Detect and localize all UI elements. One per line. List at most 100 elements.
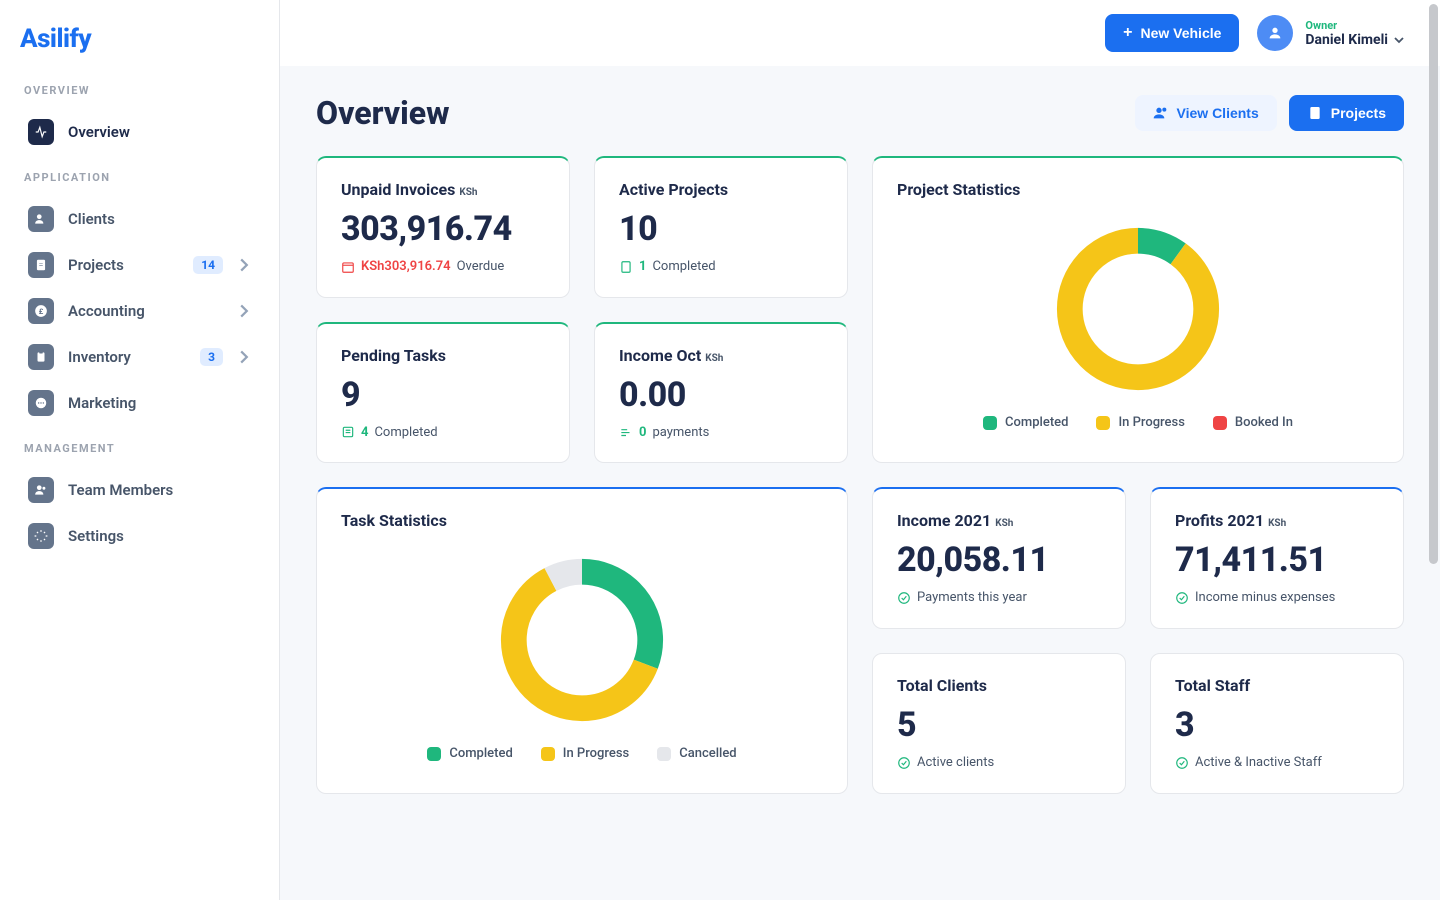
pound-icon: £ (28, 298, 54, 324)
users-icon (1153, 105, 1169, 121)
card-value: 10 (619, 209, 823, 249)
user-name-row: Daniel Kimeli (1305, 32, 1404, 48)
sidebar-item-label: Clients (68, 210, 251, 228)
donut-chart: Completed In Progress Booked In (897, 209, 1379, 440)
list-icon (341, 425, 355, 439)
dashboard-grid: Unpaid Invoices KSh 303,916.74 KSh303,91… (316, 156, 1404, 794)
legend-item: Booked In (1213, 415, 1293, 430)
chat-icon (28, 390, 54, 416)
sidebar-item-team-members[interactable]: Team Members (20, 467, 259, 513)
chevron-right-icon (237, 350, 251, 364)
user-role: Owner (1305, 19, 1404, 32)
view-clients-button[interactable]: View Clients (1135, 95, 1277, 131)
legend-item: In Progress (541, 746, 629, 761)
sidebar-item-inventory[interactable]: Inventory 3 (20, 334, 259, 380)
card-foot: Payments this year (897, 590, 1101, 605)
brand-text: Asilify (20, 24, 91, 54)
svg-text:£: £ (39, 307, 44, 316)
sidebar-section-label: MANAGEMENT (24, 442, 255, 455)
card-title: Unpaid Invoices KSh (341, 180, 545, 199)
card-title: Income Oct KSh (619, 346, 823, 365)
check-circle-icon (1175, 756, 1189, 770)
page-title: Overview (316, 94, 450, 132)
card-foot: 0 payments (619, 425, 823, 440)
projects-button-label: Projects (1331, 105, 1386, 121)
donut-svg (1048, 219, 1228, 399)
sidebar: Asilify OVERVIEW Overview APPLICATION Cl… (0, 0, 280, 900)
activity-icon (28, 119, 54, 145)
card-unpaid-invoices: Unpaid Invoices KSh 303,916.74 KSh303,91… (316, 156, 570, 298)
sidebar-item-marketing[interactable]: Marketing (20, 380, 259, 426)
card-title: Income 2021 KSh (897, 511, 1101, 530)
card-total-clients: Total Clients 5 Active clients (872, 653, 1126, 794)
card-title: Project Statistics (897, 180, 1379, 199)
document-icon (619, 260, 633, 274)
avatar (1257, 15, 1293, 51)
sidebar-item-label: Overview (68, 123, 251, 141)
card-pending-tasks: Pending Tasks 9 4 Completed (316, 322, 570, 464)
new-vehicle-label: New Vehicle (1140, 25, 1221, 41)
sidebar-item-clients[interactable]: Clients (20, 196, 259, 242)
document-icon (1307, 105, 1323, 121)
sidebar-item-accounting[interactable]: £ Accounting (20, 288, 259, 334)
scrollbar-thumb[interactable] (1429, 4, 1438, 564)
card-title: Active Projects (619, 180, 823, 199)
scrollbar[interactable] (1429, 4, 1438, 896)
card-value: 0.00 (619, 375, 823, 415)
card-value: 71,411.51 (1175, 540, 1379, 580)
card-foot: 1 Completed (619, 259, 823, 274)
sidebar-item-label: Accounting (68, 302, 223, 320)
user-name: Daniel Kimeli (1305, 32, 1388, 48)
content-scroll[interactable]: Overview View Clients Projects Unpaid In… (280, 66, 1440, 900)
legend-item: Completed (427, 746, 512, 761)
sidebar-section-label: OVERVIEW (24, 84, 255, 97)
sidebar-item-overview[interactable]: Overview (20, 109, 259, 155)
top-header: + New Vehicle Owner Daniel Kimeli (280, 0, 1440, 66)
projects-button[interactable]: Projects (1289, 95, 1404, 131)
sidebar-item-label: Team Members (68, 481, 251, 499)
legend-item: Completed (983, 415, 1068, 430)
doc-icon (28, 252, 54, 278)
view-clients-label: View Clients (1177, 105, 1259, 121)
sidebar-section-label: APPLICATION (24, 171, 255, 184)
card-project-statistics: Project Statistics Completed In Progress… (872, 156, 1404, 463)
sidebar-item-label: Settings (68, 527, 251, 545)
chevron-right-icon (237, 258, 251, 272)
sidebar-item-settings[interactable]: Settings (20, 513, 259, 559)
brand-logo: Asilify (20, 24, 259, 54)
chart-legend: Completed In Progress Booked In (983, 415, 1293, 430)
check-circle-icon (897, 591, 911, 605)
card-active-projects: Active Projects 10 1 Completed (594, 156, 848, 298)
clipboard-icon (28, 344, 54, 370)
card-income-month: Income Oct KSh 0.00 0 payments (594, 322, 848, 464)
card-profits-year: Profits 2021 KSh 71,411.51 Income minus … (1150, 487, 1404, 629)
card-total-staff: Total Staff 3 Active & Inactive Staff (1150, 653, 1404, 794)
donut-chart: Completed In Progress Cancelled (341, 540, 823, 771)
plus-icon: + (1123, 24, 1132, 42)
gear-icon (28, 523, 54, 549)
page-actions: View Clients Projects (1135, 95, 1404, 131)
card-value: 303,916.74 (341, 209, 545, 249)
donut-svg (492, 550, 672, 730)
chevron-right-icon (237, 304, 251, 318)
card-foot: 4 Completed (341, 425, 545, 440)
sidebar-item-label: Projects (68, 256, 179, 274)
user-menu[interactable]: Owner Daniel Kimeli (1257, 15, 1404, 51)
card-title: Profits 2021 KSh (1175, 511, 1379, 530)
card-value: 3 (1175, 705, 1379, 745)
main-area: + New Vehicle Owner Daniel Kimeli Overvi… (280, 0, 1440, 900)
sidebar-item-projects[interactable]: Projects 14 (20, 242, 259, 288)
card-income-year: Income 2021 KSh 20,058.11 Payments this … (872, 487, 1126, 629)
sidebar-item-label: Inventory (68, 348, 186, 366)
card-value: 9 (341, 375, 545, 415)
card-title: Total Clients (897, 676, 1101, 695)
team-icon (28, 477, 54, 503)
card-foot: KSh303,916.74 Overdue (341, 259, 545, 274)
check-circle-icon (897, 756, 911, 770)
sidebar-item-label: Marketing (68, 394, 251, 412)
chart-legend: Completed In Progress Cancelled (427, 746, 736, 761)
user-meta: Owner Daniel Kimeli (1305, 19, 1404, 48)
legend-item: Cancelled (657, 746, 736, 761)
lines-icon (619, 425, 633, 439)
new-vehicle-button[interactable]: + New Vehicle (1105, 14, 1239, 52)
